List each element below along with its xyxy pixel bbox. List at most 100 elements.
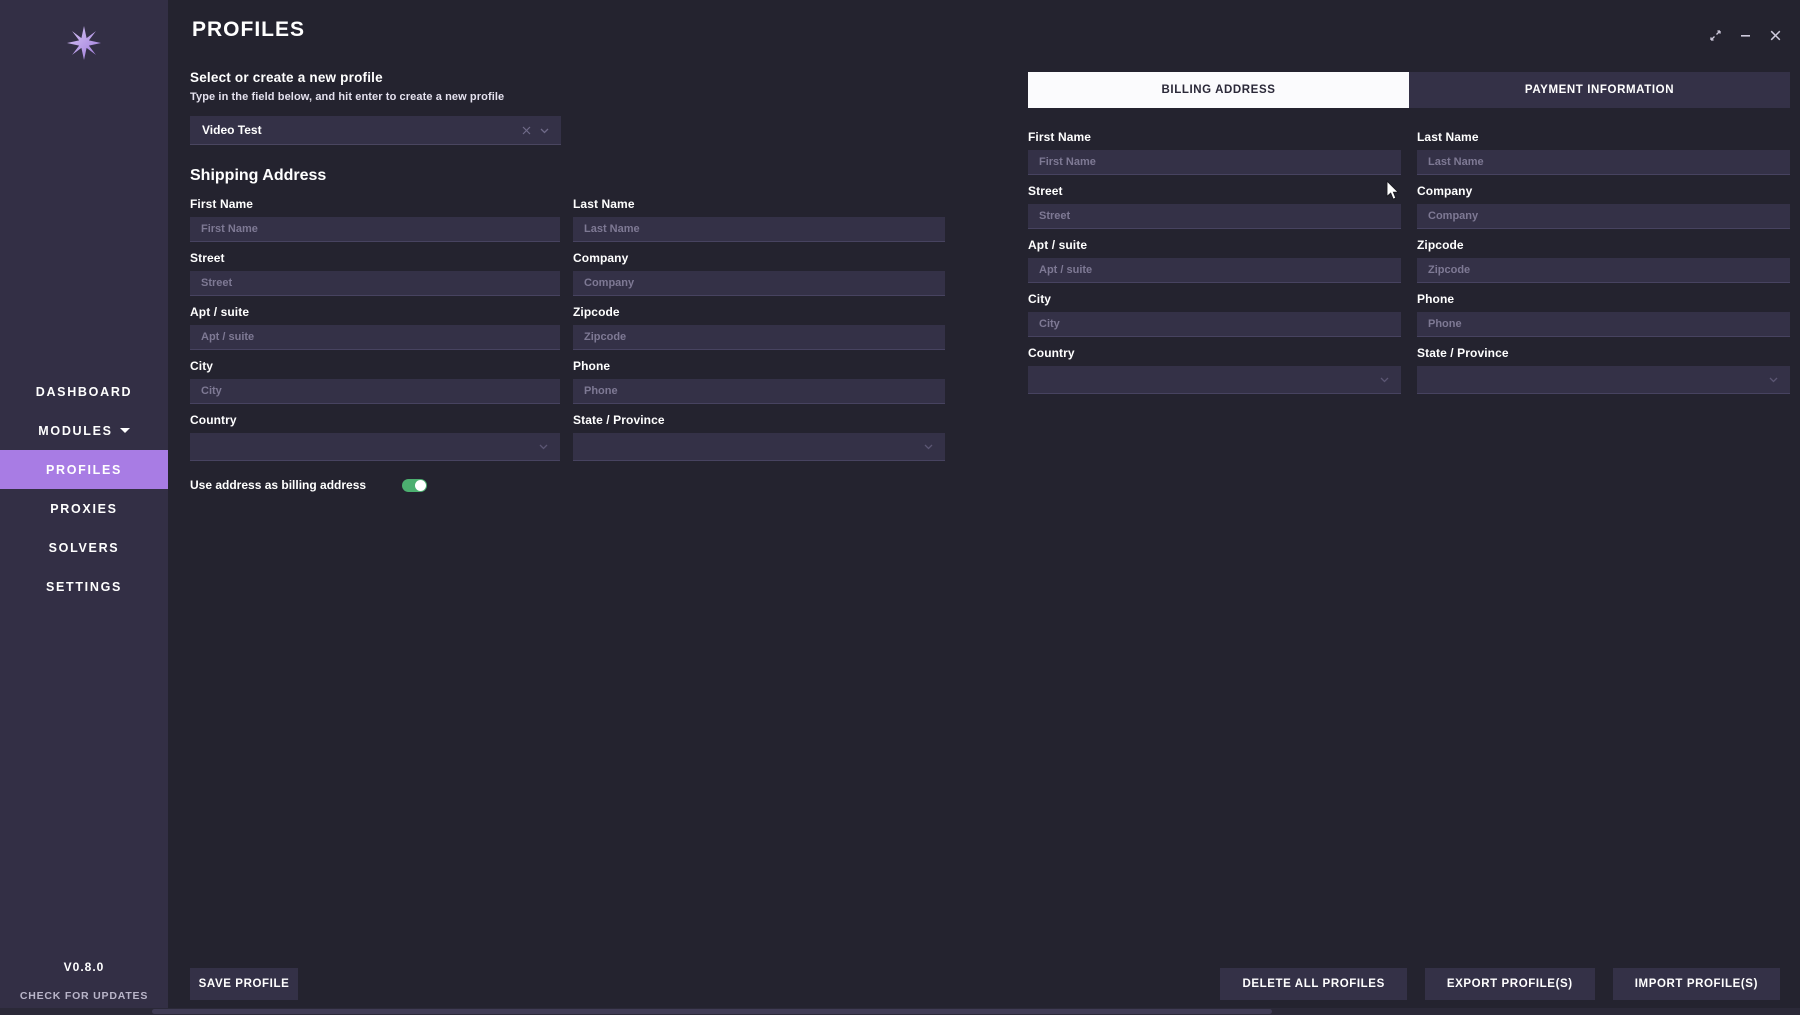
billing-tabs: BILLING ADDRESS PAYMENT INFORMATION: [1028, 72, 1790, 108]
sidebar-item-label: PROXIES: [50, 501, 118, 516]
field-billing-company: Company: [1417, 184, 1790, 229]
sidebar-item-proxies[interactable]: PROXIES: [0, 489, 168, 528]
toggle-knob: [415, 479, 427, 491]
horizontal-scrollbar[interactable]: [0, 1008, 1800, 1015]
scrollbar-thumb[interactable]: [152, 1009, 1272, 1014]
window-controls: [1708, 28, 1782, 42]
sidebar-item-profiles[interactable]: PROFILES: [0, 450, 168, 489]
field-shipping-city: City: [190, 359, 560, 404]
field-label: Street: [190, 251, 225, 265]
billing-apt-suite-input[interactable]: [1028, 258, 1401, 283]
sidebar-item-settings[interactable]: SETTINGS: [0, 567, 168, 606]
tab-payment-information[interactable]: PAYMENT INFORMATION: [1409, 72, 1790, 108]
expand-icon[interactable]: [1708, 28, 1722, 42]
field-shipping-zipcode: Zipcode: [573, 305, 945, 350]
close-icon[interactable]: [1768, 28, 1782, 42]
shipping-zipcode-input[interactable]: [573, 325, 945, 350]
field-shipping-street: Street: [190, 251, 560, 296]
sidebar-item-label: DASHBOARD: [35, 384, 133, 399]
shipping-address-title: Shipping Address: [190, 167, 327, 184]
field-billing-apt-suite: Apt / suite: [1028, 238, 1401, 283]
shipping-apt-suite-input[interactable]: [190, 325, 560, 350]
page-title: PROFILES: [192, 18, 306, 41]
field-billing-phone: Phone: [1417, 292, 1790, 337]
shipping-last-name-input[interactable]: [573, 217, 945, 242]
chevron-down-icon: [538, 441, 549, 452]
profile-select[interactable]: Video Test: [190, 116, 561, 145]
field-label: Phone: [573, 359, 611, 373]
field-label: Street: [1028, 184, 1063, 198]
eight-point-star-icon: [67, 26, 101, 60]
billing-company-input[interactable]: [1417, 204, 1790, 229]
field-label: Company: [1417, 184, 1473, 198]
chevron-down-icon: [1379, 374, 1390, 385]
chevron-down-icon[interactable]: [535, 121, 553, 139]
chevron-down-icon: [1768, 374, 1779, 385]
field-shipping-state-province: State / Province: [573, 413, 945, 461]
minimize-icon[interactable]: [1738, 28, 1752, 42]
billing-street-input[interactable]: [1028, 204, 1401, 229]
tab-billing-address[interactable]: BILLING ADDRESS: [1028, 72, 1409, 108]
billing-form: First Name Last Name Street Company Apt …: [1028, 130, 1800, 403]
sidebar-item-label: MODULES: [38, 423, 113, 438]
field-billing-last-name: Last Name: [1417, 130, 1790, 175]
chevron-down-icon: [119, 428, 130, 433]
field-label: City: [1028, 292, 1052, 306]
field-billing-city: City: [1028, 292, 1401, 337]
field-label: Last Name: [573, 197, 635, 211]
check-for-updates-link[interactable]: CHECK FOR UPDATES: [0, 990, 168, 1002]
tab-label: PAYMENT INFORMATION: [1524, 84, 1675, 96]
shipping-first-name-input[interactable]: [190, 217, 560, 242]
app-version: V0.8.0: [63, 960, 105, 974]
field-shipping-company: Company: [573, 251, 945, 296]
app-logo: [61, 20, 107, 66]
close-icon[interactable]: [517, 121, 535, 139]
profile-select-value: Video Test: [202, 123, 262, 137]
field-billing-zipcode: Zipcode: [1417, 238, 1790, 283]
use-address-as-billing-toggle[interactable]: [402, 478, 428, 492]
billing-phone-input[interactable]: [1417, 312, 1790, 337]
billing-city-input[interactable]: [1028, 312, 1401, 337]
import-profiles-button[interactable]: IMPORT PROFILE(S): [1612, 968, 1780, 1000]
sidebar-item-solvers[interactable]: SOLVERS: [0, 528, 168, 567]
field-label: Zipcode: [1417, 238, 1464, 252]
field-label: State / Province: [573, 413, 665, 427]
field-label: First Name: [1028, 130, 1092, 144]
shipping-street-input[interactable]: [190, 271, 560, 296]
billing-last-name-input[interactable]: [1417, 150, 1790, 175]
field-billing-country: Country: [1028, 346, 1401, 394]
billing-first-name-input[interactable]: [1028, 150, 1401, 175]
field-shipping-first-name: First Name: [190, 197, 560, 242]
sidebar-item-label: PROFILES: [45, 462, 123, 477]
app-window: DASHBOARD MODULES PROFILES PROXIES SOLVE…: [0, 0, 1800, 1015]
shipping-city-input[interactable]: [190, 379, 560, 404]
shipping-country-select[interactable]: [190, 433, 560, 461]
main-content: PROFILES Select or create a new profile …: [168, 0, 1800, 1015]
sidebar-item-dashboard[interactable]: DASHBOARD: [0, 372, 168, 411]
shipping-state-province-select[interactable]: [573, 433, 945, 461]
tab-label: BILLING ADDRESS: [1161, 84, 1276, 96]
save-profile-button[interactable]: SAVE PROFILE: [190, 968, 298, 1000]
field-label: Phone: [1417, 292, 1455, 306]
billing-toggle-label: Use address as billing address: [190, 478, 367, 492]
delete-all-profiles-button[interactable]: DELETE ALL PROFILES: [1220, 968, 1407, 1000]
field-billing-street: Street: [1028, 184, 1401, 229]
field-shipping-country: Country: [190, 413, 560, 461]
billing-state-province-select[interactable]: [1417, 366, 1790, 394]
billing-zipcode-input[interactable]: [1417, 258, 1790, 283]
export-profiles-button[interactable]: EXPORT PROFILE(S): [1424, 968, 1595, 1000]
chevron-down-icon: [923, 441, 934, 452]
shipping-company-input[interactable]: [573, 271, 945, 296]
profile-selector-subheading: Type in the field below, and hit enter t…: [190, 91, 505, 103]
field-label: Apt / suite: [1028, 238, 1088, 252]
field-label: State / Province: [1417, 346, 1509, 360]
sidebar-nav: DASHBOARD MODULES PROFILES PROXIES SOLVE…: [0, 372, 168, 606]
field-label: Country: [190, 413, 237, 427]
shipping-phone-input[interactable]: [573, 379, 945, 404]
billing-panel: BILLING ADDRESS PAYMENT INFORMATION Firs…: [1028, 72, 1800, 403]
field-label: First Name: [190, 197, 254, 211]
billing-country-select[interactable]: [1028, 366, 1401, 394]
shipping-panel: Select or create a new profile Type in t…: [190, 70, 980, 492]
field-shipping-apt-suite: Apt / suite: [190, 305, 560, 350]
sidebar-item-modules[interactable]: MODULES: [0, 411, 168, 450]
